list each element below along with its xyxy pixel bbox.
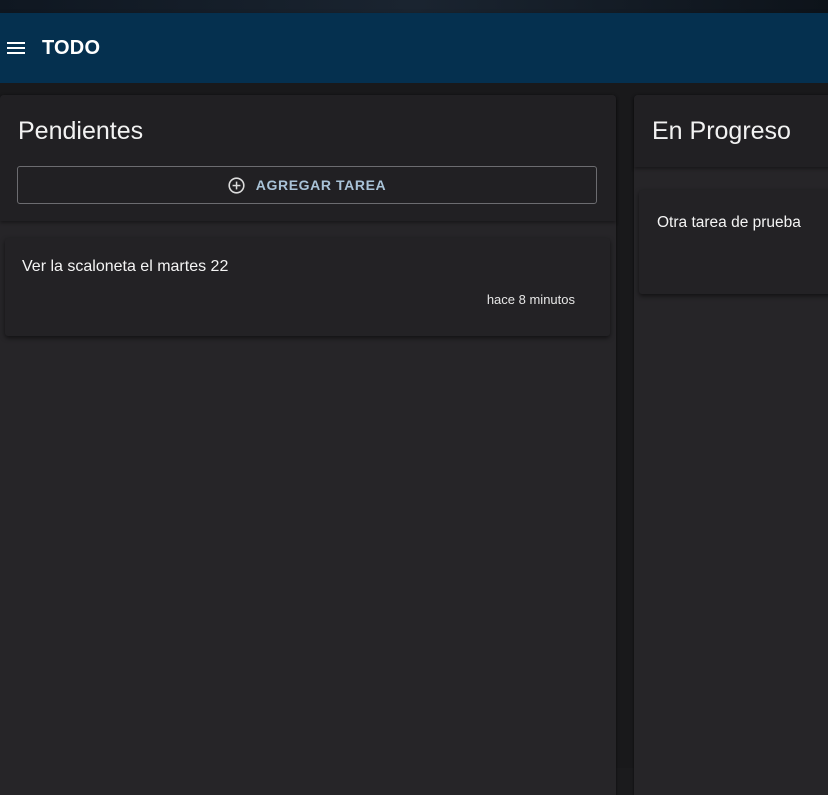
app-bar: TODO	[0, 13, 828, 83]
add-task-button[interactable]: AGREGAR TAREA	[17, 166, 597, 204]
task-text: Ver la scaloneta el martes 22	[22, 258, 229, 275]
column-header: En Progreso	[634, 95, 828, 167]
column-title: Pendientes	[18, 117, 144, 145]
kanban-board: Pendientes AGREGAR TAREA Ver la scalonet…	[0, 83, 828, 795]
browser-top-strip	[0, 0, 828, 13]
app-title: TODO	[42, 36, 101, 59]
column-title: En Progreso	[652, 117, 791, 145]
column-pendientes: Pendientes AGREGAR TAREA Ver la scalonet…	[0, 95, 616, 795]
column-en-progreso: En Progreso Otra tarea de prueba	[634, 95, 828, 795]
add-task-label: AGREGAR TAREA	[255, 177, 387, 193]
task-card[interactable]: Ver la scaloneta el martes 22 hace 8 min…	[5, 238, 610, 336]
task-timestamp: hace 8 minutos	[486, 292, 575, 307]
add-circle-icon	[228, 176, 245, 194]
task-text: Otra tarea de prueba	[657, 214, 801, 231]
task-card[interactable]: Otra tarea de prueba	[639, 190, 828, 294]
column-header: Pendientes AGREGAR TAREA	[0, 95, 616, 221]
hamburger-menu-icon[interactable]	[5, 37, 27, 59]
